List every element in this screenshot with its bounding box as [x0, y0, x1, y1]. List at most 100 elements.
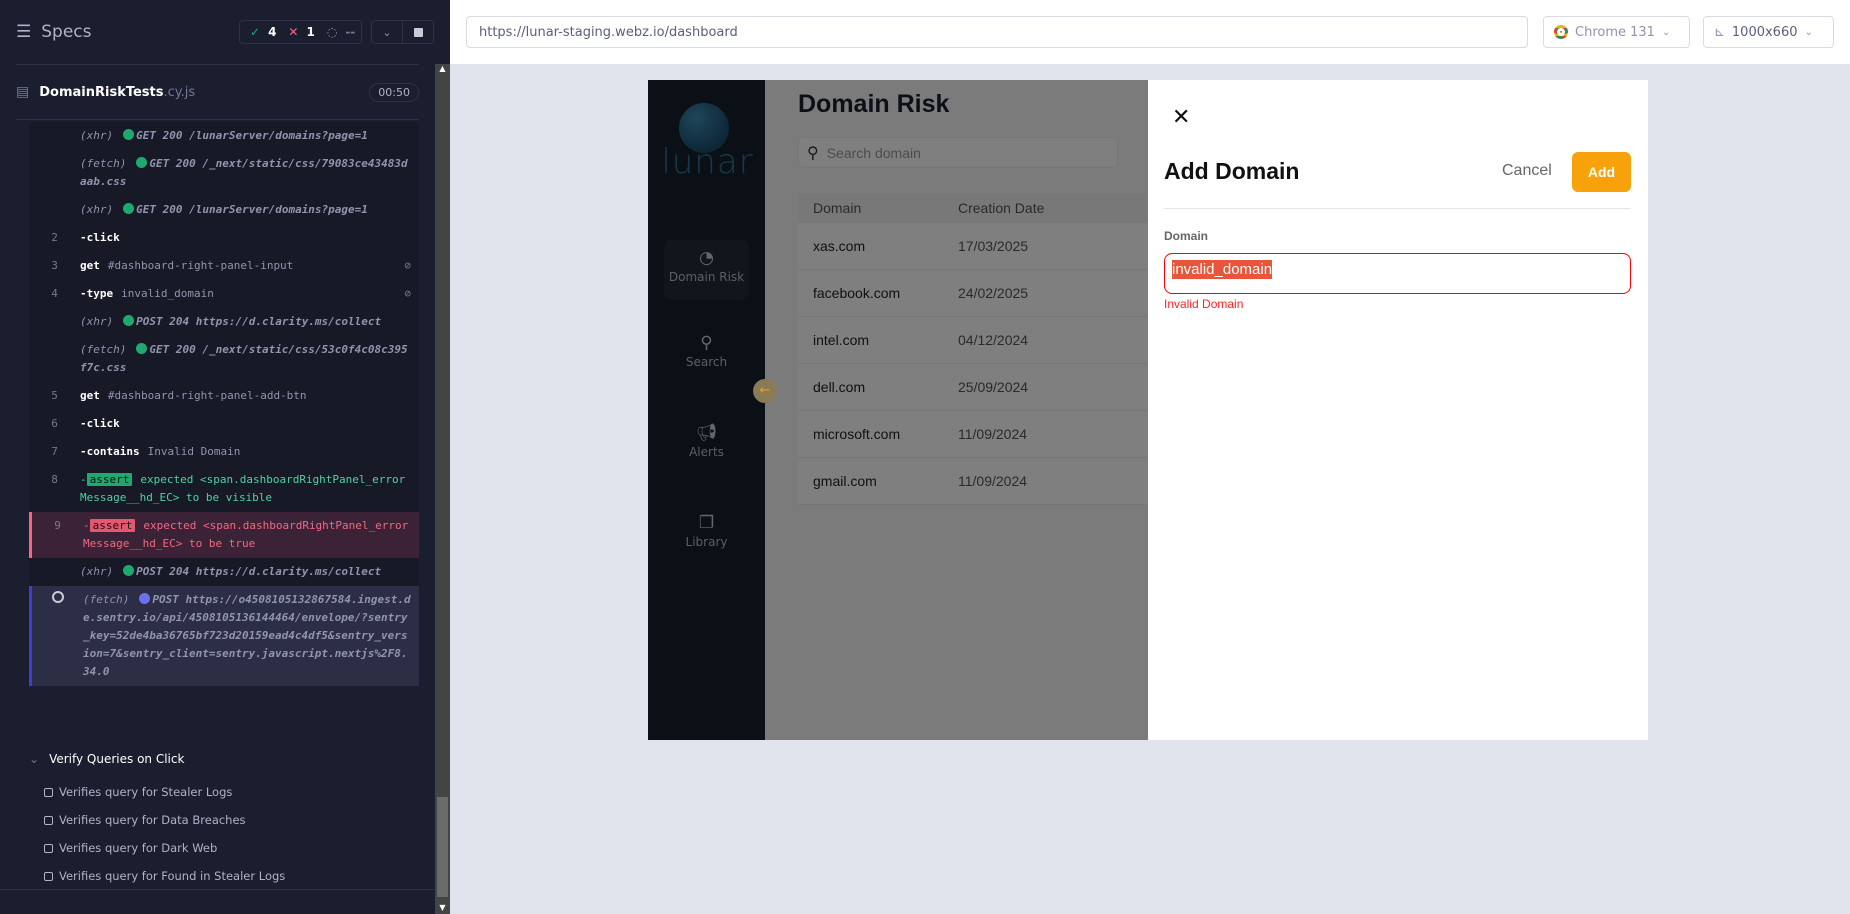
test-status-icon [44, 787, 53, 797]
log-content: (fetch) POST https://o4508105132867584.in… [83, 591, 411, 681]
request-kind: (xhr) [80, 203, 114, 216]
log-entry[interactable]: 5 get #dashboard-right-panel-add-btn [29, 382, 419, 410]
assert-badge: assert [86, 473, 133, 486]
scroll-down-icon[interactable]: ▼ [435, 903, 450, 912]
test-status-icon [44, 871, 53, 881]
request-kind: (fetch) [80, 343, 127, 356]
log-entry[interactable]: 9 - assert expected <span.dashboardRightPan… [29, 512, 419, 558]
arrow-left-icon: ← [759, 383, 771, 398]
log-entry[interactable]: 2 -click [29, 224, 419, 252]
log-entry[interactable]: (xhr) POST 204 https://d.clarity.ms/colle… [29, 558, 419, 586]
passed-count: 4 [268, 25, 277, 39]
browser-selector[interactable]: Chrome 131 ⌄ [1543, 16, 1690, 48]
log-content: get #dashboard-right-panel-add-btn [80, 387, 411, 405]
reporter-header: ☰ Specs ✓ 4 ✕ 1 ◌ -- ⌄ [0, 0, 435, 64]
line-number [32, 591, 83, 681]
request-kind: (xhr) [80, 129, 114, 142]
log-entry[interactable]: (xhr) GET 200 /lunarServer/domains?page=1 [29, 122, 419, 150]
error-message: Invalid Domain [1164, 297, 1244, 311]
log-entry[interactable]: (fetch) GET 200 /_next/static/css/79083ce… [29, 150, 419, 196]
request-text: GET 200 /_next/static/css/79083ce43483da… [80, 157, 408, 188]
log-content: (fetch) GET 200 /_next/static/css/79083ce… [80, 155, 411, 191]
test-item[interactable]: Verifies query for Found in Stealer Logs [44, 869, 285, 883]
command-name: -type [80, 287, 114, 300]
log-content: -contains Invalid Domain [80, 443, 411, 461]
log-content: (xhr) POST 204 https://d.clarity.ms/colle… [80, 313, 411, 331]
specs-label: Specs [41, 22, 92, 42]
specs-button[interactable]: ☰ Specs [16, 22, 92, 42]
assert-badge: assert [89, 519, 136, 532]
collapse-sidebar-button[interactable]: ← [753, 379, 777, 403]
suite-verify-queries[interactable]: ⌄ Verify Queries on Click [29, 752, 184, 766]
request-text: POST https://o4508105132867584.ingest.de… [83, 593, 411, 678]
add-domain-drawer: ✕ Add Domain Cancel Add Domain invalid_d… [1148, 80, 1648, 740]
test-item[interactable]: Verifies query for Stealer Logs [44, 785, 232, 799]
log-content: (xhr) GET 200 /lunarServer/domains?page=1 [80, 201, 411, 219]
scrollbar-thumb[interactable] [437, 797, 448, 897]
status-dot-icon [123, 565, 135, 576]
divider [1164, 208, 1631, 209]
chevron-down-icon: ⌄ [1804, 26, 1813, 38]
chevron-down-icon: ⌄ [29, 752, 40, 766]
request-text: POST 204 https://d.clarity.ms/collect [136, 315, 382, 328]
log-content: (fetch) GET 200 /_next/static/css/53c0f4c… [80, 341, 411, 377]
log-entry[interactable]: 7 -contains Invalid Domain [29, 438, 419, 466]
log-entry[interactable]: (xhr) GET 200 /lunarServer/domains?page=1 [29, 196, 419, 224]
test-status-icon [44, 843, 53, 853]
divider [0, 889, 435, 890]
test-item[interactable]: Verifies query for Dark Web [44, 841, 217, 855]
line-number [29, 313, 80, 331]
log-content: -click [80, 415, 411, 433]
modal-overlay[interactable] [648, 80, 1148, 740]
url-bar[interactable]: https://lunar-staging.webz.io/dashboard [466, 16, 1528, 48]
cypress-reporter: ☰ Specs ✓ 4 ✕ 1 ◌ -- ⌄ ▤ DomainRiskTests.cy.… [0, 0, 450, 914]
chrome-icon [1554, 25, 1568, 39]
file-icon: ▤ [16, 84, 30, 100]
chevron-down-icon[interactable]: ⌄ [372, 21, 402, 43]
status-dot-icon [123, 129, 135, 140]
pending-count: -- [345, 25, 356, 39]
status-dot-icon [139, 593, 151, 604]
line-number: 6 [51, 417, 58, 430]
stop-button[interactable] [402, 21, 433, 43]
command-name: -contains [80, 445, 140, 458]
test-title: Verifies query for Dark Web [59, 841, 218, 855]
run-controls: ⌄ [371, 20, 434, 44]
request-kind: (xhr) [80, 315, 114, 328]
viewport-selector[interactable]: ⊾ 1000x660 ⌄ [1703, 16, 1834, 48]
request-text: POST 204 https://d.clarity.ms/collect [136, 565, 382, 578]
request-text: GET 200 /lunarServer/domains?page=1 [136, 203, 368, 216]
request-kind: (fetch) [80, 157, 127, 170]
log-entry[interactable]: 8 - assert expected <span.dashboardRightPan… [29, 466, 419, 512]
scroll-up-icon[interactable]: ▲ [435, 64, 450, 73]
drawer-title: Add Domain [1164, 158, 1300, 184]
test-item[interactable]: Verifies query for Data Breaches [44, 813, 246, 827]
line-number: 8 [51, 473, 58, 486]
log-content: - assert expected <span.dashboardRightPane… [80, 471, 411, 507]
log-entry[interactable]: 6 -click [29, 410, 419, 438]
line-number [29, 127, 80, 145]
log-entry[interactable]: (xhr) POST 204 https://d.clarity.ms/colle… [29, 308, 419, 336]
stop-icon [413, 27, 423, 37]
close-icon[interactable]: ✕ [1172, 104, 1190, 130]
line-number [29, 341, 80, 377]
log-entry[interactable]: 3 get #dashboard-right-panel-input ⊘ [29, 252, 419, 280]
line-number [29, 201, 80, 219]
domain-input[interactable]: invalid_domain [1164, 253, 1631, 294]
cancel-button[interactable]: Cancel [1502, 162, 1552, 180]
line-number: 5 [51, 389, 58, 402]
viewport-label: 1000x660 [1731, 24, 1798, 40]
spec-file-row: ▤ DomainRiskTests.cy.js 00:50 [16, 80, 419, 104]
log-entry[interactable]: 4 -type invalid_domain ⊘ [29, 280, 419, 308]
eye-slash-icon: ⊘ [404, 287, 411, 300]
reporter-scrollbar[interactable]: ▲ ▼ [435, 64, 450, 914]
spec-file-name[interactable]: DomainRiskTests.cy.js [39, 85, 195, 100]
add-button[interactable]: Add [1572, 152, 1631, 192]
log-entry[interactable]: (fetch) POST https://o4508105132867584.in… [29, 586, 419, 686]
line-number: 7 [51, 445, 58, 458]
log-entry[interactable]: (fetch) GET 200 /_next/static/css/53c0f4c… [29, 336, 419, 382]
test-title: Verifies query for Stealer Logs [59, 785, 233, 799]
line-number: 4 [51, 287, 58, 300]
command-arg: #dashboard-right-panel-add-btn [107, 389, 307, 402]
log-content: - assert expected <span.dashboardRightPane… [83, 517, 411, 553]
